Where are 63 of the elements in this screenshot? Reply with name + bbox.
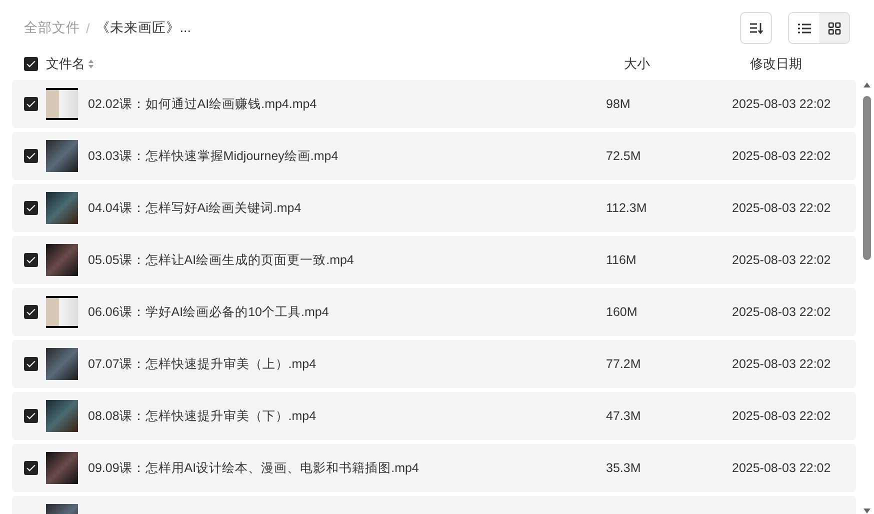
file-size: 112.3M bbox=[606, 201, 648, 215]
file-row[interactable]: 06.06课：学好AI绘画必备的10个工具.mp4 160M 2025-08-03 22:02 bbox=[12, 288, 856, 336]
video-thumbnail bbox=[46, 400, 78, 432]
modified-date: 2025-08-03 22:02 bbox=[732, 97, 832, 111]
file-size: 35.3M bbox=[606, 461, 642, 475]
modified-date: 2025-08-03 22:02 bbox=[732, 357, 832, 371]
file-name: 08.08课：怎样快速提升审美（下）.mp4 bbox=[88, 408, 318, 424]
file-name: 06.06课：学好AI绘画必备的10个工具.mp4 bbox=[88, 304, 330, 320]
file-name: 05.05课：怎样让AI绘画生成的页面更一致.mp4 bbox=[88, 252, 355, 268]
scrollbar-thumb[interactable] bbox=[863, 96, 871, 260]
file-row[interactable]: 02.02课：如何通过AI绘画赚钱.mp4.mp4 98M 2025-08-03 22:02 bbox=[12, 80, 856, 128]
modified-date: 2025-08-03 22:02 bbox=[732, 305, 832, 319]
row-checkbox[interactable] bbox=[24, 201, 38, 215]
row-checkbox[interactable] bbox=[24, 97, 38, 111]
file-row[interactable]: 05.05课：怎样让AI绘画生成的页面更一致.mp4 116M 2025-08-03 22:02 bbox=[12, 236, 856, 284]
video-thumbnail bbox=[46, 296, 78, 328]
file-size: 47.3M bbox=[606, 409, 642, 423]
file-row[interactable]: 04.04课：怎样写好Ai绘画关键词.mp4 112.3M 2025-08-03 22:02 bbox=[12, 184, 856, 232]
row-checkbox[interactable] bbox=[24, 305, 38, 319]
video-thumbnail bbox=[46, 140, 78, 172]
file-row[interactable]: 07.07课：怎样快速提升审美（上）.mp4 77.2M 2025-08-03 22:02 bbox=[12, 340, 856, 388]
breadcrumb-separator: / bbox=[86, 20, 90, 36]
modified-date: 2025-08-03 22:02 bbox=[732, 149, 832, 163]
sort-icon bbox=[749, 22, 763, 34]
file-size: 72.5M bbox=[606, 149, 642, 163]
sort-arrows-icon[interactable] bbox=[88, 59, 94, 69]
file-name: 03.03课：怎样快速掌握Midjourney绘画.mp4 bbox=[88, 148, 340, 164]
grid-icon bbox=[828, 22, 840, 34]
row-checkbox[interactable] bbox=[24, 409, 38, 423]
file-size: 77.2M bbox=[606, 357, 642, 371]
date-column-header: 修改日期 bbox=[750, 55, 803, 73]
file-name: 02.02课：如何通过AI绘画赚钱.mp4.mp4 bbox=[88, 96, 318, 112]
select-all-checkbox[interactable] bbox=[24, 57, 38, 71]
modified-date: 2025-08-03 22:02 bbox=[732, 461, 832, 475]
modified-date: 2025-08-03 22:02 bbox=[732, 201, 832, 215]
modified-date: 2025-08-03 22:02 bbox=[732, 409, 832, 423]
video-thumbnail bbox=[46, 348, 78, 380]
row-checkbox[interactable] bbox=[24, 253, 38, 267]
scroll-up-icon[interactable] bbox=[863, 82, 871, 88]
row-checkbox[interactable] bbox=[24, 357, 38, 371]
grid-view-button[interactable] bbox=[819, 13, 849, 43]
sort-button[interactable] bbox=[740, 12, 772, 44]
breadcrumb-item: 《未来画匠》... bbox=[96, 19, 192, 37]
file-size: 116M bbox=[606, 253, 638, 267]
modified-date: 2025-08-03 22:02 bbox=[732, 253, 832, 267]
file-name: 07.07课：怎样快速提升审美（上）.mp4 bbox=[88, 356, 318, 372]
video-thumbnail bbox=[46, 192, 78, 224]
file-size: 98M bbox=[606, 97, 632, 111]
file-row[interactable]: 09.09课：怎样用AI设计绘本、漫画、电影和书籍插图.mp4 35.3M 2025-08-03 22:02 bbox=[12, 444, 856, 492]
video-thumbnail bbox=[46, 88, 78, 120]
row-checkbox[interactable] bbox=[24, 149, 38, 163]
video-thumbnail bbox=[46, 244, 78, 276]
file-row[interactable]: 03.03课：怎样快速掌握Midjourney绘画.mp4 72.5M 2025-08-03 22:02 bbox=[12, 132, 856, 180]
file-name: 09.09课：怎样用AI设计绘本、漫画、电影和书籍插图.mp4 bbox=[88, 460, 420, 476]
size-column-header: 大小 bbox=[624, 55, 651, 73]
row-checkbox[interactable] bbox=[24, 461, 38, 475]
name-column-header[interactable]: 文件名 bbox=[46, 55, 85, 73]
list-icon bbox=[798, 22, 810, 34]
file-size: 160M bbox=[606, 305, 638, 319]
scroll-down-icon[interactable] bbox=[863, 508, 871, 514]
file-row[interactable]: 08.08课：怎样快速提升审美（下）.mp4 47.3M 2025-08-03 22:02 bbox=[12, 392, 856, 440]
video-thumbnail bbox=[46, 452, 78, 484]
file-name: 04.04课：怎样写好Ai绘画关键词.mp4 bbox=[88, 200, 302, 216]
